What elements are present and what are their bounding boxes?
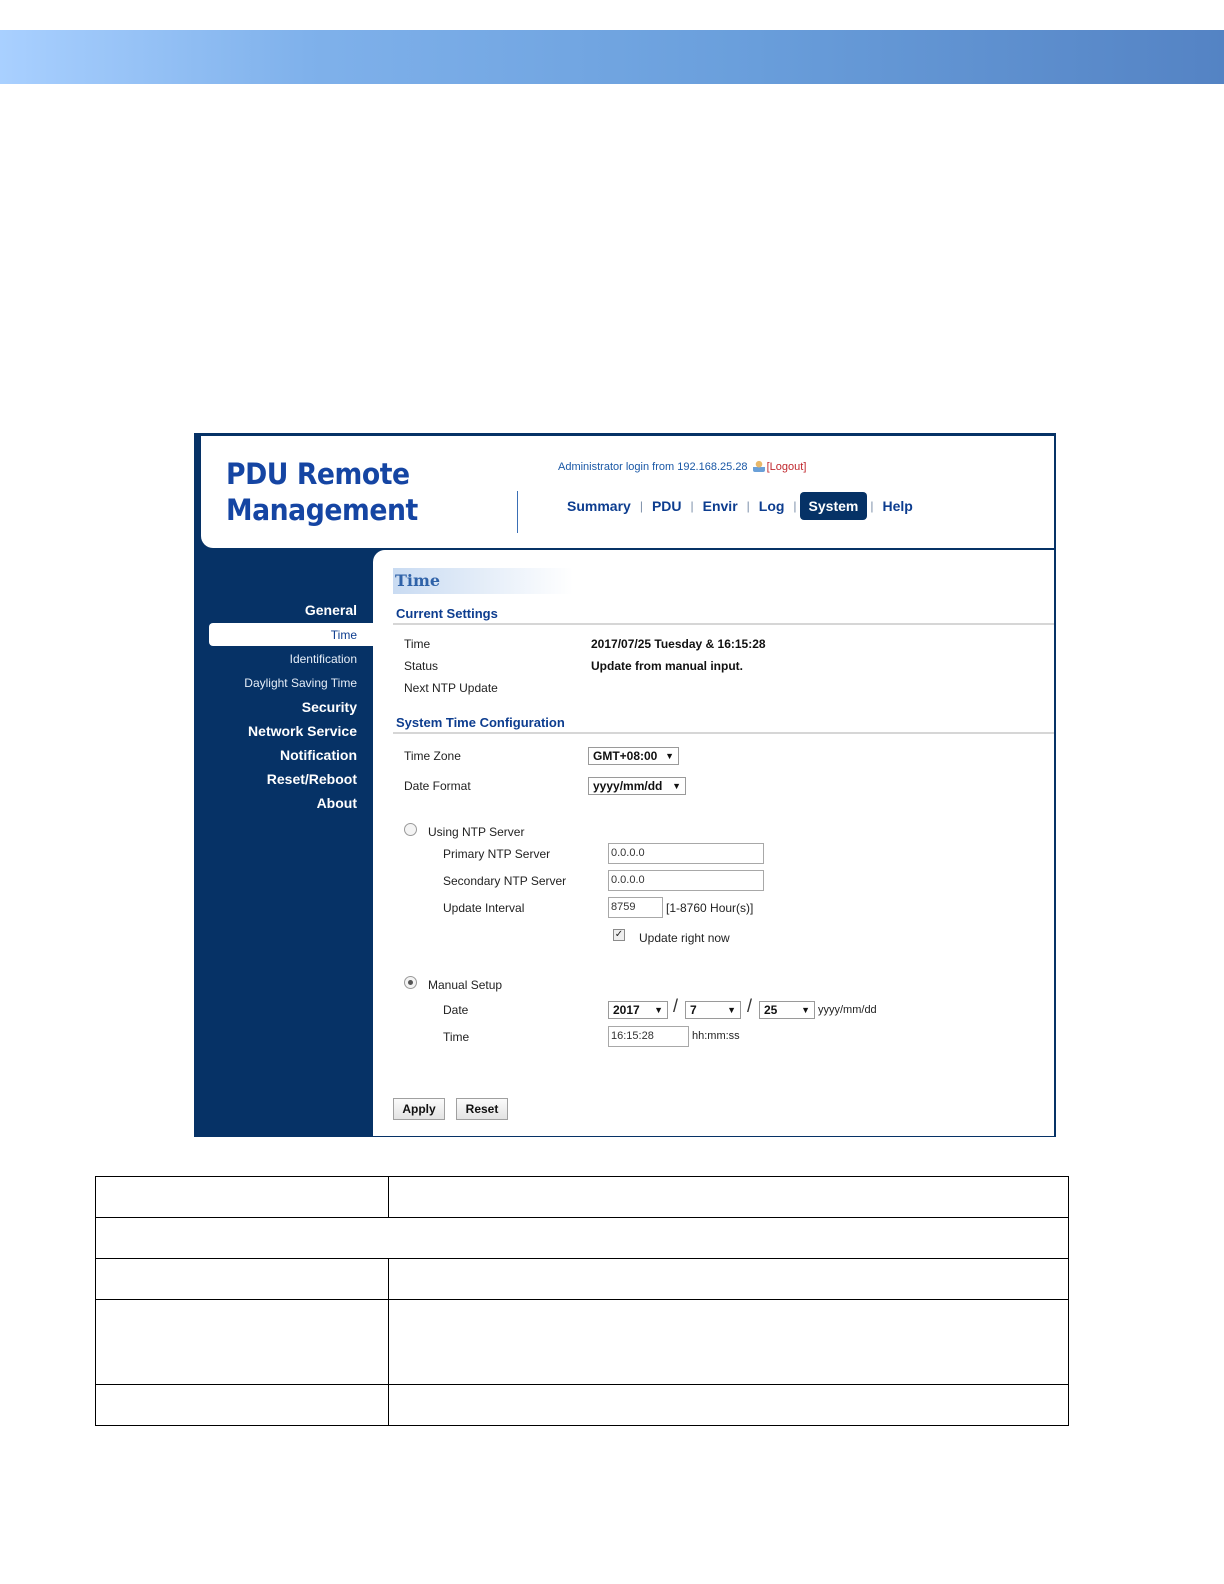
status-label: Status <box>404 659 439 673</box>
status-value: Update from manual input. <box>591 659 744 673</box>
header-divider <box>517 491 518 533</box>
sidebar-item-time[interactable]: Time <box>331 628 357 642</box>
table-cell <box>388 1299 1069 1385</box>
current-time-label: Time <box>404 637 431 651</box>
sidebar-item-security[interactable]: Security <box>302 699 357 715</box>
secondary-ntp-input[interactable]: 0.0.0.0 <box>608 870 764 891</box>
top-navigation: Summary | PDU | Envir | Log | System | H… <box>561 492 919 520</box>
ntp-server-label: Using NTP Server <box>428 825 525 839</box>
sidebar-item-about[interactable]: About <box>317 795 357 811</box>
chevron-down-icon: ▼ <box>727 1005 736 1015</box>
login-text: Administrator login from 192.168.25.28 <box>558 461 748 473</box>
year-value: 2017 <box>613 1003 640 1017</box>
table-cell <box>95 1217 1069 1259</box>
primary-ntp-input[interactable]: 0.0.0.0 <box>608 843 764 864</box>
month-value: 7 <box>690 1003 697 1017</box>
ntp-server-radio[interactable] <box>404 823 417 836</box>
update-interval-label: Update Interval <box>443 901 525 915</box>
date-format-hint: yyyy/mm/dd <box>818 1004 877 1016</box>
nav-envir[interactable]: Envir <box>697 492 744 520</box>
time-zone-value: GMT+08:00 <box>593 749 658 763</box>
manual-setup-radio[interactable] <box>404 976 417 989</box>
nav-separator: | <box>639 499 643 513</box>
time-zone-select[interactable]: GMT+08:00 ▼ <box>588 747 679 765</box>
chevron-down-icon: ▼ <box>654 1005 663 1015</box>
nav-pdu[interactable]: PDU <box>646 492 688 520</box>
primary-ntp-label: Primary NTP Server <box>443 847 551 861</box>
time-format-hint: hh:mm:ss <box>692 1030 740 1042</box>
update-now-label: Update right now <box>639 931 730 945</box>
apply-button[interactable]: Apply <box>393 1098 445 1120</box>
sidebar-item-daylight-saving-time[interactable]: Daylight Saving Time <box>244 676 357 690</box>
sidebar-item-network-service[interactable]: Network Service <box>248 723 357 739</box>
parameter-table <box>95 1176 1069 1426</box>
chevron-down-icon: ▼ <box>801 1005 810 1015</box>
table-row <box>95 1217 1069 1259</box>
manual-setup-label: Manual Setup <box>428 978 503 992</box>
logo-line-2: Management <box>226 493 418 527</box>
table-row <box>95 1384 1069 1426</box>
date-format-select[interactable]: yyyy/mm/dd ▼ <box>588 777 686 795</box>
manual-date-label: Date <box>443 1003 469 1017</box>
chevron-down-icon: ▼ <box>672 781 681 791</box>
page-banner <box>0 30 1224 84</box>
nav-help[interactable]: Help <box>876 492 918 520</box>
table-cell <box>95 1176 389 1218</box>
table-row <box>95 1299 1069 1385</box>
nav-separator: | <box>793 499 797 513</box>
table-row <box>95 1176 1069 1218</box>
table-cell <box>388 1384 1069 1426</box>
sidebar-item-notification[interactable]: Notification <box>280 747 357 763</box>
sidebar: General Time Identification Daylight Sav… <box>197 548 375 1134</box>
nav-separator: | <box>870 499 874 513</box>
logout-link[interactable]: [Logout] <box>767 461 807 473</box>
sidebar-item-general[interactable]: General <box>305 602 357 618</box>
time-zone-label: Time Zone <box>404 749 461 763</box>
reset-button[interactable]: Reset <box>456 1098 508 1120</box>
update-interval-hint: [1-8760 Hour(s)] <box>666 901 754 915</box>
date-separator: / <box>673 996 679 1016</box>
chevron-down-icon: ▼ <box>665 751 674 761</box>
year-select[interactable]: 2017 ▼ <box>608 1001 668 1019</box>
current-settings-title: Current Settings <box>396 606 498 621</box>
nav-separator: | <box>690 499 694 513</box>
day-value: 25 <box>764 1003 778 1017</box>
nav-summary[interactable]: Summary <box>561 492 637 520</box>
day-select[interactable]: 25 ▼ <box>759 1001 815 1019</box>
manual-time-label: Time <box>443 1030 470 1044</box>
section-divider <box>393 732 1054 734</box>
table-cell <box>95 1299 389 1385</box>
pdu-web-screenshot: PDU Remote Management Administrator logi… <box>194 433 1056 1137</box>
next-ntp-update-label: Next NTP Update <box>404 681 498 695</box>
secondary-ntp-label: Secondary NTP Server <box>443 874 567 888</box>
date-format-label: Date Format <box>404 779 471 793</box>
table-cell <box>95 1258 389 1300</box>
app-logo: PDU Remote Management <box>226 456 418 528</box>
logo-line-1: PDU Remote <box>226 457 410 491</box>
date-separator: / <box>747 996 753 1016</box>
sidebar-item-identification[interactable]: Identification <box>290 652 357 666</box>
month-select[interactable]: 7 ▼ <box>685 1001 741 1019</box>
sidebar-item-reset-reboot[interactable]: Reset/Reboot <box>267 771 357 787</box>
nav-log[interactable]: Log <box>753 492 791 520</box>
update-interval-input[interactable]: 8759 <box>608 897 663 918</box>
system-time-config-title: System Time Configuration <box>396 715 565 730</box>
table-cell <box>95 1384 389 1426</box>
manual-time-input[interactable]: 16:15:28 <box>608 1026 689 1047</box>
section-divider <box>393 623 1054 625</box>
table-cell <box>388 1258 1069 1300</box>
app-header: PDU Remote Management Administrator logi… <box>201 436 1054 548</box>
table-cell <box>388 1176 1069 1218</box>
page-title: Time <box>393 568 573 594</box>
table-row <box>95 1258 1069 1300</box>
nav-separator: | <box>746 499 750 513</box>
update-now-checkbox[interactable]: ✓ <box>613 929 625 941</box>
nav-system[interactable]: System <box>799 492 868 520</box>
user-icon <box>752 460 765 472</box>
main-content: Time Current Settings Time 2017/07/25 Tu… <box>373 550 1054 1136</box>
date-format-value: yyyy/mm/dd <box>593 779 663 793</box>
login-info: Administrator login from 192.168.25.28 [… <box>558 460 806 473</box>
current-time-value: 2017/07/25 Tuesday & 16:15:28 <box>591 637 766 651</box>
